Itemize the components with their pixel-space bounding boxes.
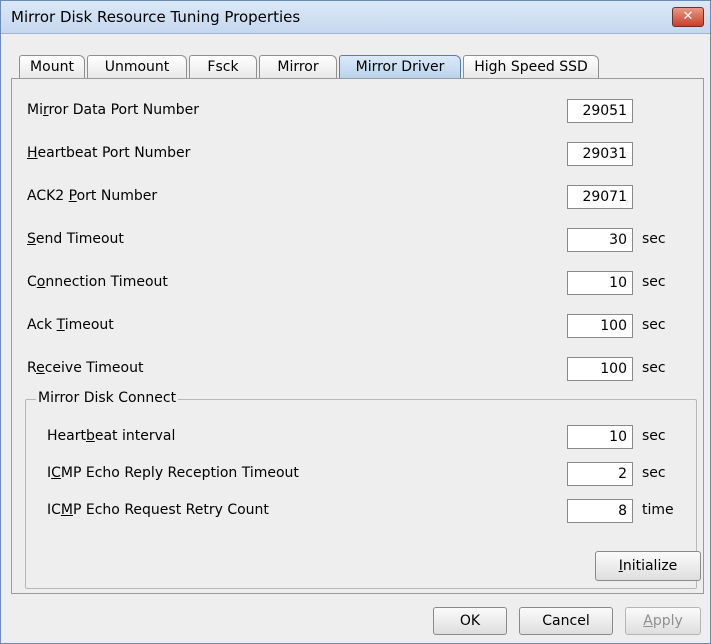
- heartbeat-port-input[interactable]: 29031: [567, 142, 633, 166]
- close-button[interactable]: ✕: [672, 7, 704, 27]
- tab-mirror-driver[interactable]: Mirror Driver: [339, 55, 461, 79]
- tab-unmount[interactable]: Unmount: [87, 55, 187, 78]
- mirror-data-port-input[interactable]: 29051: [567, 99, 633, 123]
- heartbeat-interval-input[interactable]: 10: [567, 425, 633, 449]
- ack2-port-label: ACK2 Port Number: [27, 188, 158, 204]
- tab-high-speed-ssd[interactable]: High Speed SSD: [463, 55, 599, 78]
- send-timeout-label: Send Timeout: [27, 231, 124, 247]
- heartbeat-port-label: Heartbeat Port Number: [27, 145, 191, 161]
- icmp-reply-timeout-label: ICMP Echo Reply Reception Timeout: [47, 465, 299, 481]
- window-title: Mirror Disk Resource Tuning Properties: [11, 8, 301, 26]
- ack-timeout-unit: sec: [642, 317, 666, 333]
- heartbeat-interval-label: Heartbeat interval: [47, 428, 176, 444]
- heartbeat-interval-unit: sec: [642, 428, 666, 444]
- send-timeout-unit: sec: [642, 231, 666, 247]
- title-bar[interactable]: Mirror Disk Resource Tuning Properties ✕: [1, 1, 710, 34]
- tab-mirror[interactable]: Mirror: [259, 55, 337, 78]
- receive-timeout-label: Receive Timeout: [27, 360, 144, 376]
- cancel-button[interactable]: Cancel: [519, 607, 613, 635]
- mirror-data-port-label: Mirror Data Port Number: [27, 102, 200, 118]
- ack-timeout-input[interactable]: 100: [567, 314, 633, 338]
- ack2-port-input[interactable]: 29071: [567, 185, 633, 209]
- tab-mount[interactable]: Mount: [19, 55, 85, 78]
- icmp-retry-count-input[interactable]: 8: [567, 499, 633, 523]
- receive-timeout-unit: sec: [642, 360, 666, 376]
- mirror-disk-connect-title: Mirror Disk Connect: [36, 390, 179, 406]
- ok-button[interactable]: OK: [433, 607, 507, 635]
- apply-button[interactable]: Apply: [625, 607, 701, 635]
- close-icon: ✕: [682, 9, 694, 24]
- ack-timeout-label: Ack Timeout: [27, 317, 114, 333]
- connection-timeout-input[interactable]: 10: [567, 271, 633, 295]
- icmp-retry-count-unit: time: [642, 502, 674, 518]
- icmp-reply-timeout-unit: sec: [642, 465, 666, 481]
- icmp-retry-count-label: ICMP Echo Request Retry Count: [47, 502, 269, 518]
- initialize-button[interactable]: Initialize: [595, 551, 701, 581]
- dialog-window: Mirror Disk Resource Tuning Properties ✕…: [0, 0, 711, 644]
- send-timeout-input[interactable]: 30: [567, 228, 633, 252]
- connection-timeout-unit: sec: [642, 274, 666, 290]
- tab-fsck[interactable]: Fsck: [189, 55, 257, 78]
- icmp-reply-timeout-input[interactable]: 2: [567, 462, 633, 486]
- receive-timeout-input[interactable]: 100: [567, 357, 633, 381]
- connection-timeout-label: Connection Timeout: [27, 274, 168, 290]
